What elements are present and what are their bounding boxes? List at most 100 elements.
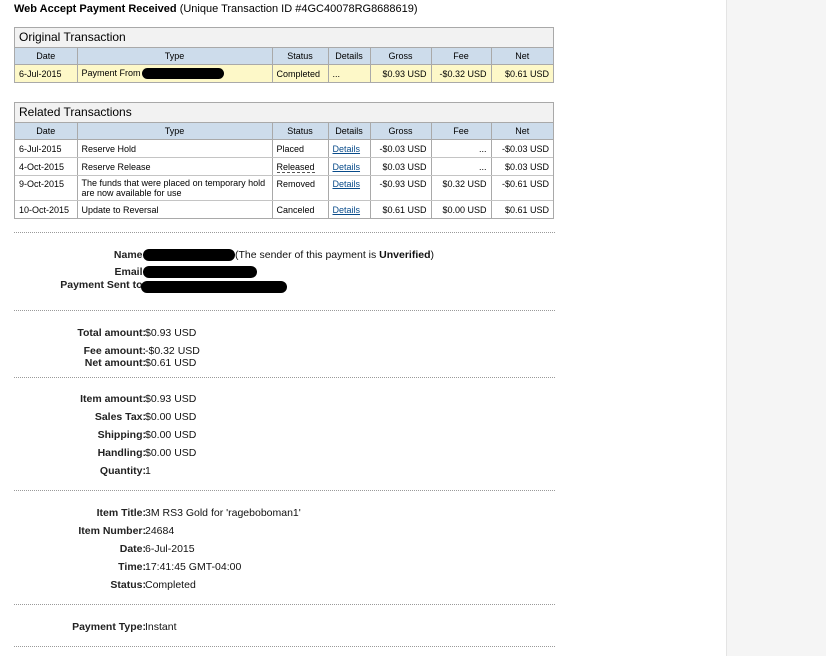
cell-gross: $0.93 USD	[370, 64, 432, 82]
section-divider	[14, 310, 555, 311]
column-header-details[interactable]: Details	[328, 48, 371, 65]
date-label: Date:	[119, 543, 146, 555]
cell-status: Canceled	[272, 200, 329, 218]
cell-net: -$0.03 USD	[491, 139, 553, 158]
redacted-sender-name	[141, 68, 224, 80]
right-sidebar-panel	[726, 0, 826, 656]
date-row: Date: 6-Jul-2015	[14, 542, 614, 556]
sender-verification-close: )	[430, 249, 435, 261]
column-header-status[interactable]: Status	[272, 123, 329, 140]
table-row: 10-Oct-2015 Update to Reversal Canceled …	[15, 200, 553, 218]
section-divider	[14, 646, 555, 647]
sender-email-value	[143, 265, 257, 279]
cell-status: Removed	[272, 175, 329, 201]
cell-fee: $0.32 USD	[431, 175, 492, 201]
cell-type: The funds that were placed on temporary …	[77, 175, 273, 201]
cell-date: 9-Oct-2015	[15, 175, 78, 201]
page-title: Web Accept Payment Received (Unique Tran…	[14, 3, 418, 15]
column-header-type[interactable]: Type	[77, 48, 273, 65]
column-header-date[interactable]: Date	[15, 48, 78, 65]
column-header-details[interactable]: Details	[328, 123, 371, 140]
item-number-row: Item Number: 24684	[14, 524, 614, 538]
payment-type-value: Instant	[145, 621, 177, 633]
redacted-sender-name	[143, 249, 235, 262]
item-amount-value: $0.93 USD	[145, 393, 197, 405]
sales-tax-row: Sales Tax: $0.00 USD	[14, 410, 614, 424]
item-amount-label: Item amount:	[80, 393, 146, 405]
section-divider	[14, 490, 555, 491]
sender-email-label: Email:	[114, 266, 146, 278]
section-divider	[14, 232, 555, 233]
time-value: 17:41:45 GMT-04:00	[145, 561, 242, 573]
handling-value: $0.00 USD	[145, 447, 197, 459]
section-divider	[14, 604, 555, 605]
details-link[interactable]: Details	[333, 179, 361, 189]
table-header-row: Date Type Status Details Gross Fee Net	[15, 123, 553, 140]
date-value: 6-Jul-2015	[145, 543, 195, 555]
cell-gross: -$0.93 USD	[370, 175, 432, 201]
payment-type-row: Payment Type: Instant	[14, 620, 614, 634]
cell-fee: -$0.32 USD	[431, 64, 492, 82]
status-row: Status: Completed	[14, 578, 614, 592]
item-amount-row: Item amount: $0.93 USD	[14, 392, 614, 406]
status-value: Completed	[145, 579, 196, 591]
cell-fee: $0.00 USD	[431, 200, 492, 218]
sender-name-value: (The sender of this payment is Unverifie…	[143, 248, 435, 262]
sender-name-label: Name:	[113, 249, 146, 261]
cell-date: 6-Jul-2015	[15, 64, 78, 82]
related-transactions-section: Related Transactions Date Type Status De…	[14, 102, 554, 219]
related-transactions-title: Related Transactions	[15, 103, 553, 123]
column-header-date[interactable]: Date	[15, 123, 78, 140]
original-transaction-title: Original Transaction	[15, 28, 553, 48]
cell-type: Update to Reversal	[77, 200, 273, 218]
column-header-gross[interactable]: Gross	[370, 48, 432, 65]
sender-email-row: Email:	[14, 265, 614, 279]
related-transactions-table: Date Type Status Details Gross Fee Net 6…	[15, 123, 553, 218]
quantity-value: 1	[145, 465, 151, 477]
payment-sent-to-row: Payment Sent to:	[14, 278, 614, 293]
sales-tax-value: $0.00 USD	[145, 411, 197, 423]
column-header-status[interactable]: Status	[272, 48, 329, 65]
original-transaction-table: Date Type Status Details Gross Fee Net 6…	[15, 48, 553, 82]
column-header-net[interactable]: Net	[491, 123, 553, 140]
table-row: 6-Jul-2015 Reserve Hold Placed Details -…	[15, 139, 553, 158]
item-number-label: Item Number:	[78, 525, 146, 537]
item-title-value: 3M RS3 Gold for 'rageboboman1'	[145, 507, 301, 519]
cell-gross: $0.03 USD	[370, 157, 432, 176]
cell-date: 10-Oct-2015	[15, 200, 78, 218]
column-header-gross[interactable]: Gross	[370, 123, 432, 140]
cell-status: Placed	[272, 139, 329, 158]
table-header-row: Date Type Status Details Gross Fee Net	[15, 48, 553, 65]
transaction-id: (Unique Transaction ID #4GC40078RG868861…	[179, 3, 418, 15]
item-title-label: Item Title:	[96, 507, 146, 519]
cell-date: 6-Jul-2015	[15, 139, 78, 158]
redacted-email	[143, 266, 257, 279]
cell-type-text: Payment From	[81, 67, 141, 78]
sales-tax-label: Sales Tax:	[94, 411, 146, 423]
redacted-recipient	[141, 281, 287, 293]
details-link[interactable]: Details	[333, 205, 361, 215]
cell-status-released[interactable]: Released	[276, 161, 315, 173]
time-label: Time:	[118, 561, 146, 573]
column-header-net[interactable]: Net	[491, 48, 553, 65]
cell-net: $0.61 USD	[504, 204, 549, 215]
handling-label: Handling:	[97, 447, 146, 459]
sender-verification-note: (The sender of this payment is	[235, 249, 380, 261]
payment-sent-to-value	[141, 278, 287, 293]
payment-sent-to-label: Payment Sent to:	[60, 279, 146, 291]
column-header-type[interactable]: Type	[77, 123, 273, 140]
shipping-row: Shipping: $0.00 USD	[14, 428, 614, 442]
handling-row: Handling: $0.00 USD	[14, 446, 614, 460]
table-row: 6-Jul-2015 Payment From Completed ... $0…	[15, 64, 553, 82]
column-header-fee[interactable]: Fee	[431, 123, 492, 140]
cell-type: Reserve Hold	[77, 139, 273, 158]
quantity-label: Quantity:	[99, 465, 146, 477]
cell-status: Completed	[272, 64, 329, 82]
column-header-fee[interactable]: Fee	[431, 48, 492, 65]
details-link[interactable]: Details	[333, 162, 361, 172]
cell-net: $0.03 USD	[491, 157, 553, 176]
shipping-value: $0.00 USD	[145, 429, 197, 441]
shipping-label: Shipping:	[97, 429, 146, 441]
details-link[interactable]: Details	[333, 144, 361, 154]
payment-type-label: Payment Type:	[72, 621, 146, 633]
